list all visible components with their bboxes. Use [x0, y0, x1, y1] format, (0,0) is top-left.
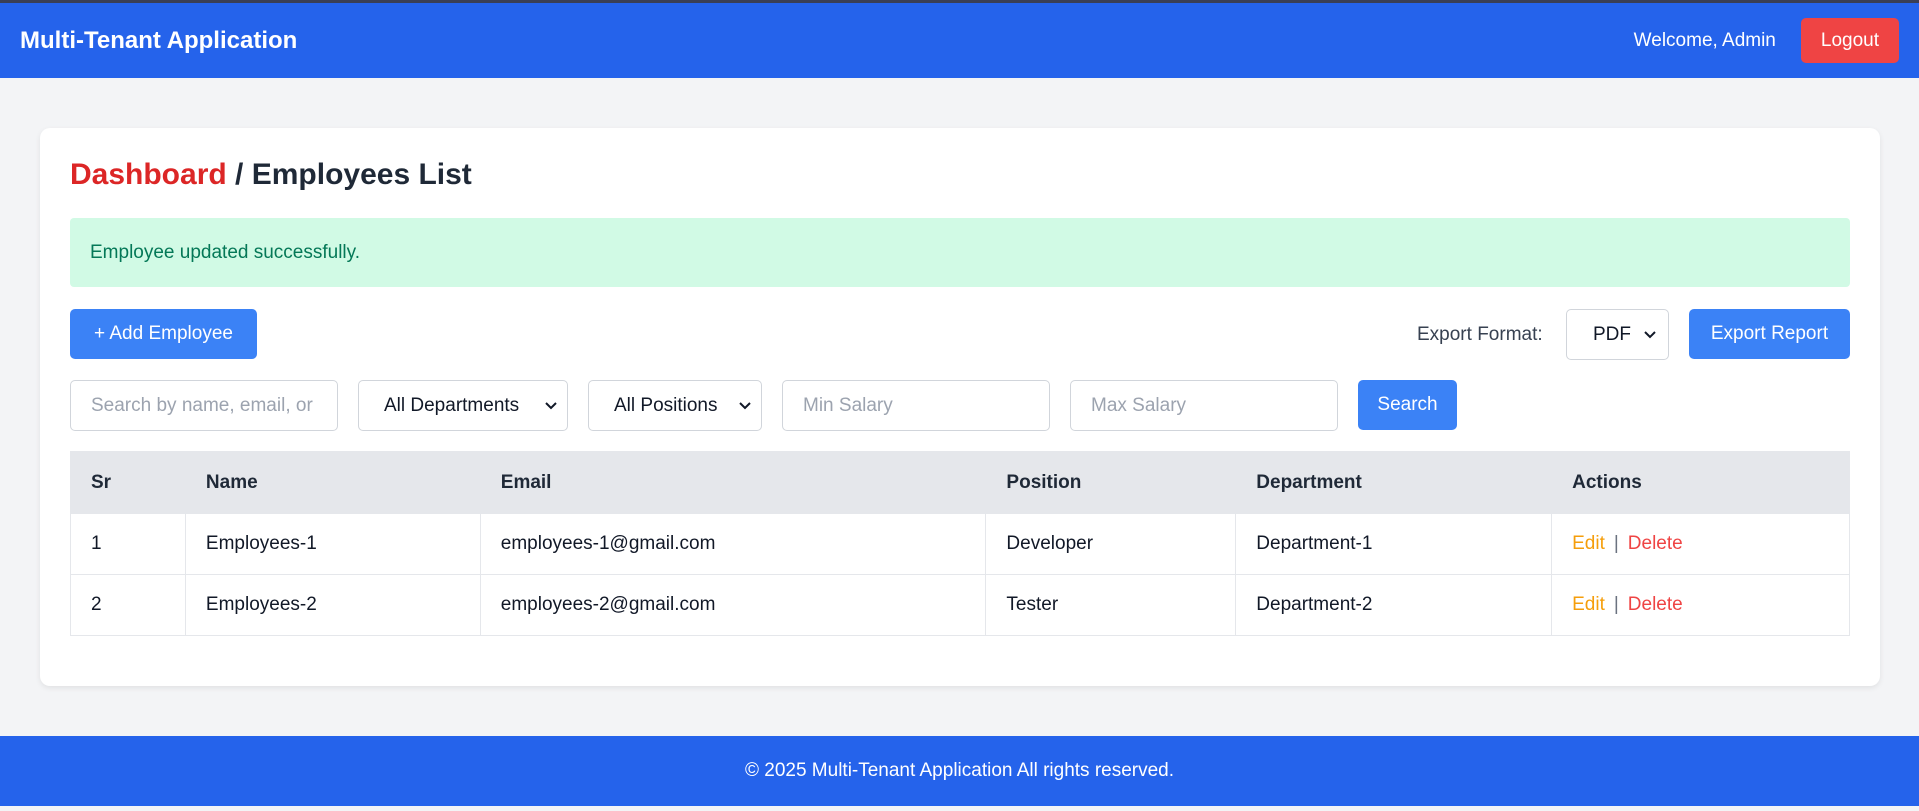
app-brand[interactable]: Multi-Tenant Application	[20, 27, 297, 55]
main-card: Dashboard / Employees List Employee upda…	[40, 128, 1880, 686]
position-value: All Positions	[614, 394, 718, 416]
cell-sr: 2	[70, 574, 186, 636]
breadcrumb-dashboard-link[interactable]: Dashboard	[70, 158, 227, 191]
welcome-text: Welcome, Admin	[1633, 29, 1776, 51]
cell-department: Department-2	[1235, 574, 1553, 636]
column-header-name: Name	[184, 451, 481, 514]
department-value: All Departments	[384, 394, 520, 416]
page-title: Dashboard / Employees List	[70, 158, 472, 192]
cell-actions: Edit | Delete	[1551, 574, 1850, 636]
delete-link[interactable]: Delete	[1628, 533, 1683, 554]
add-employee-button[interactable]: + Add Employee	[70, 309, 257, 359]
alert-message: Employee updated successfully.	[90, 241, 361, 263]
export-format-label: Export Format:	[1417, 324, 1543, 345]
column-header-department: Department	[1235, 451, 1553, 514]
search-button[interactable]: Search	[1358, 380, 1457, 430]
table-row: 1 Employees-1 employees-1@gmail.com Deve…	[70, 513, 1850, 575]
navbar-user-area: Welcome, Admin Logout	[1634, 18, 1899, 63]
employees-table: Sr Name Email Position Department Action…	[70, 451, 1850, 636]
chevron-down-icon	[545, 401, 557, 409]
department-select[interactable]: All Departments	[358, 380, 568, 431]
cell-name: Employees-2	[184, 574, 481, 636]
max-salary-placeholder: Max Salary	[1091, 394, 1187, 416]
column-header-position: Position	[985, 451, 1237, 514]
max-salary-input[interactable]: Max Salary	[1070, 380, 1338, 431]
delete-link[interactable]: Delete	[1628, 594, 1683, 615]
cell-email: employees-1@gmail.com	[479, 513, 987, 575]
action-separator: |	[1613, 594, 1619, 615]
export-format-select[interactable]: PDF	[1566, 309, 1669, 360]
table-header-row: Sr Name Email Position Department Action…	[70, 451, 1850, 514]
min-salary-input[interactable]: Min Salary	[782, 380, 1050, 431]
position-select[interactable]: All Positions	[588, 380, 762, 431]
chevron-down-icon	[1644, 330, 1656, 338]
breadcrumb-current: Employees List	[251, 158, 472, 191]
chevron-down-icon	[739, 401, 751, 409]
search-placeholder: Search by name, email, or	[91, 394, 313, 416]
min-salary-placeholder: Min Salary	[803, 394, 893, 416]
edit-link[interactable]: Edit	[1572, 533, 1605, 554]
footer: © 2025 Multi-Tenant Application All righ…	[0, 736, 1919, 806]
cell-email: employees-2@gmail.com	[479, 574, 987, 636]
action-separator: |	[1613, 533, 1619, 554]
cell-name: Employees-1	[184, 513, 481, 575]
navbar: Multi-Tenant Application Welcome, Admin …	[0, 3, 1919, 78]
cell-position: Tester	[985, 574, 1237, 636]
cell-actions: Edit | Delete	[1551, 513, 1850, 575]
logout-button[interactable]: Logout	[1800, 18, 1899, 63]
cell-department: Department-1	[1235, 513, 1553, 575]
search-input[interactable]: Search by name, email, or	[70, 380, 338, 431]
cell-position: Developer	[985, 513, 1237, 575]
export-report-button[interactable]: Export Report	[1689, 309, 1850, 359]
export-format-value: PDF	[1593, 323, 1631, 345]
column-header-actions: Actions	[1551, 451, 1850, 514]
cell-sr: 1	[70, 513, 186, 575]
column-header-email: Email	[479, 451, 987, 514]
table-row: 2 Employees-2 employees-2@gmail.com Test…	[70, 574, 1850, 636]
edit-link[interactable]: Edit	[1572, 594, 1605, 615]
footer-copyright: © 2025 Multi-Tenant Application All righ…	[744, 760, 1175, 781]
success-alert: Employee updated successfully.	[70, 218, 1850, 287]
breadcrumb-separator: /	[226, 158, 252, 191]
column-header-sr: Sr	[70, 451, 186, 514]
